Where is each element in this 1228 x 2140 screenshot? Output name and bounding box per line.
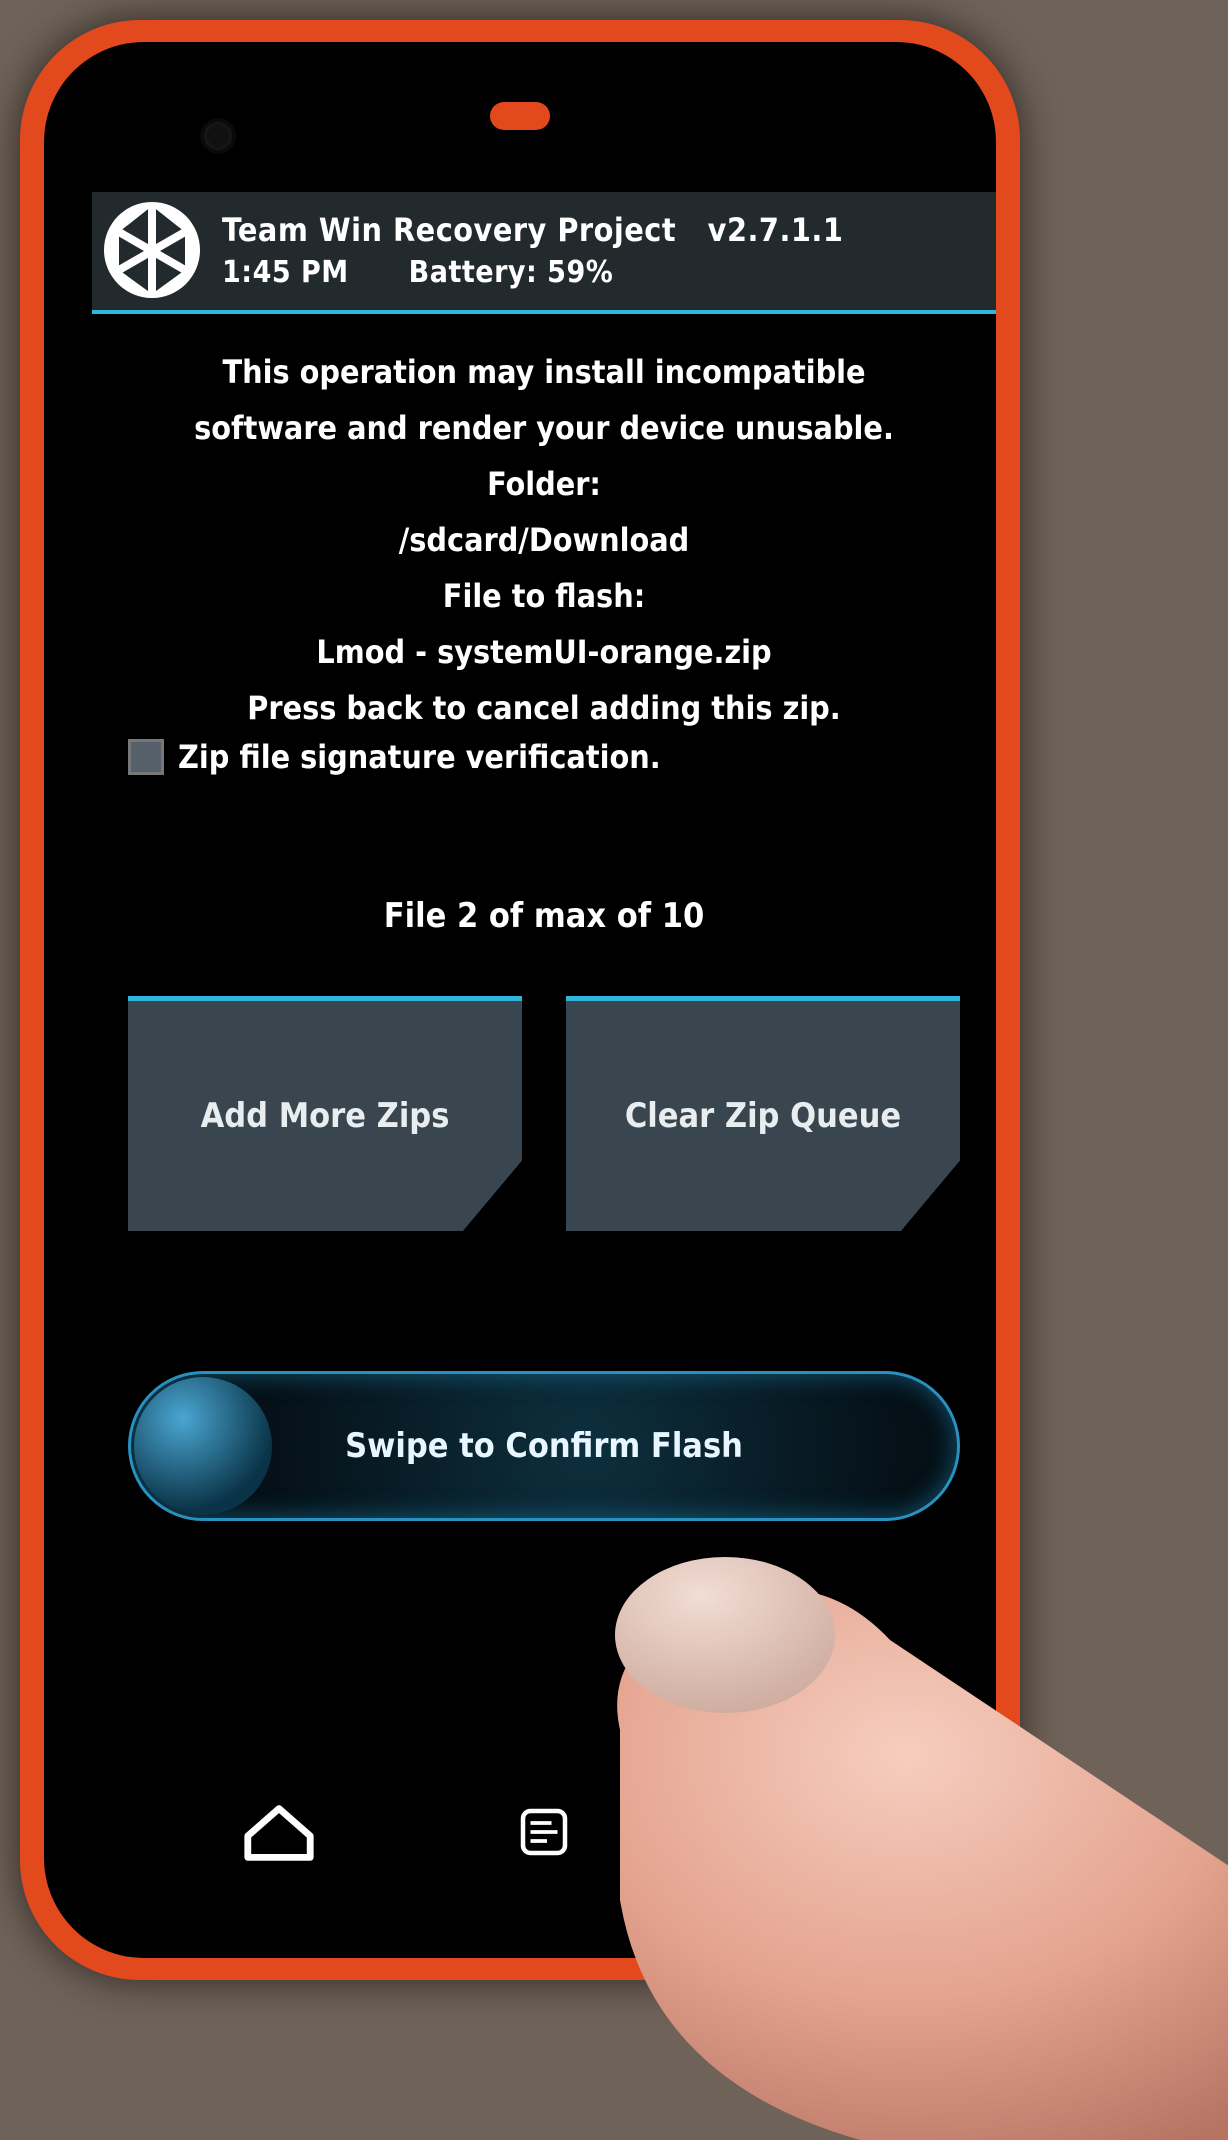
back-icon[interactable] [770, 1793, 848, 1871]
battery-status: Battery: 59% [409, 255, 614, 290]
screen: Team Win Recovery Project v2.7.1.1 1:45 … [92, 192, 996, 1892]
zip-signature-row[interactable]: Zip file signature verification. [92, 736, 996, 776]
warning-line-1: This operation may install incompatible [120, 344, 968, 400]
install-info: This operation may install incompatible … [92, 314, 996, 736]
cancel-hint: Press back to cancel adding this zip. [120, 680, 968, 736]
add-more-zips-button[interactable]: Add More Zips [128, 996, 522, 1231]
swipe-knob[interactable] [134, 1377, 272, 1515]
folder-path: /sdcard/Download [120, 512, 968, 568]
swipe-confirm-slider[interactable]: Swipe to Confirm Flash [128, 1371, 960, 1521]
phone-bezel: Team Win Recovery Project v2.7.1.1 1:45 … [44, 42, 996, 1958]
file-label: File to flash: [120, 568, 968, 624]
clear-zip-queue-button[interactable]: Clear Zip Queue [566, 996, 960, 1231]
warning-line-2: software and render your device unusable… [120, 400, 968, 456]
header-bar: Team Win Recovery Project v2.7.1.1 1:45 … [92, 192, 996, 314]
app-title: Team Win Recovery Project [222, 211, 676, 249]
phone-chassis: Team Win Recovery Project v2.7.1.1 1:45 … [20, 20, 1020, 1980]
front-camera [204, 122, 232, 150]
button-row: Add More Zips Clear Zip Queue [92, 936, 996, 1231]
checkbox-label: Zip file signature verification. [178, 738, 661, 776]
nav-bar [92, 1772, 996, 1892]
clock-time: 1:45 PM [222, 255, 349, 290]
twrp-logo-icon [102, 200, 202, 300]
file-name: Lmod - systemUI-orange.zip [120, 624, 968, 680]
checkbox-icon[interactable] [128, 739, 164, 775]
home-icon[interactable] [240, 1793, 318, 1871]
recents-icon[interactable] [514, 1802, 574, 1862]
header-title-row: Team Win Recovery Project v2.7.1.1 [222, 211, 843, 249]
folder-label: Folder: [120, 456, 968, 512]
queue-count: File 2 of max of 10 [92, 896, 996, 936]
earpiece [490, 102, 550, 130]
app-version: v2.7.1.1 [708, 211, 844, 249]
swipe-label: Swipe to Confirm Flash [345, 1426, 743, 1466]
